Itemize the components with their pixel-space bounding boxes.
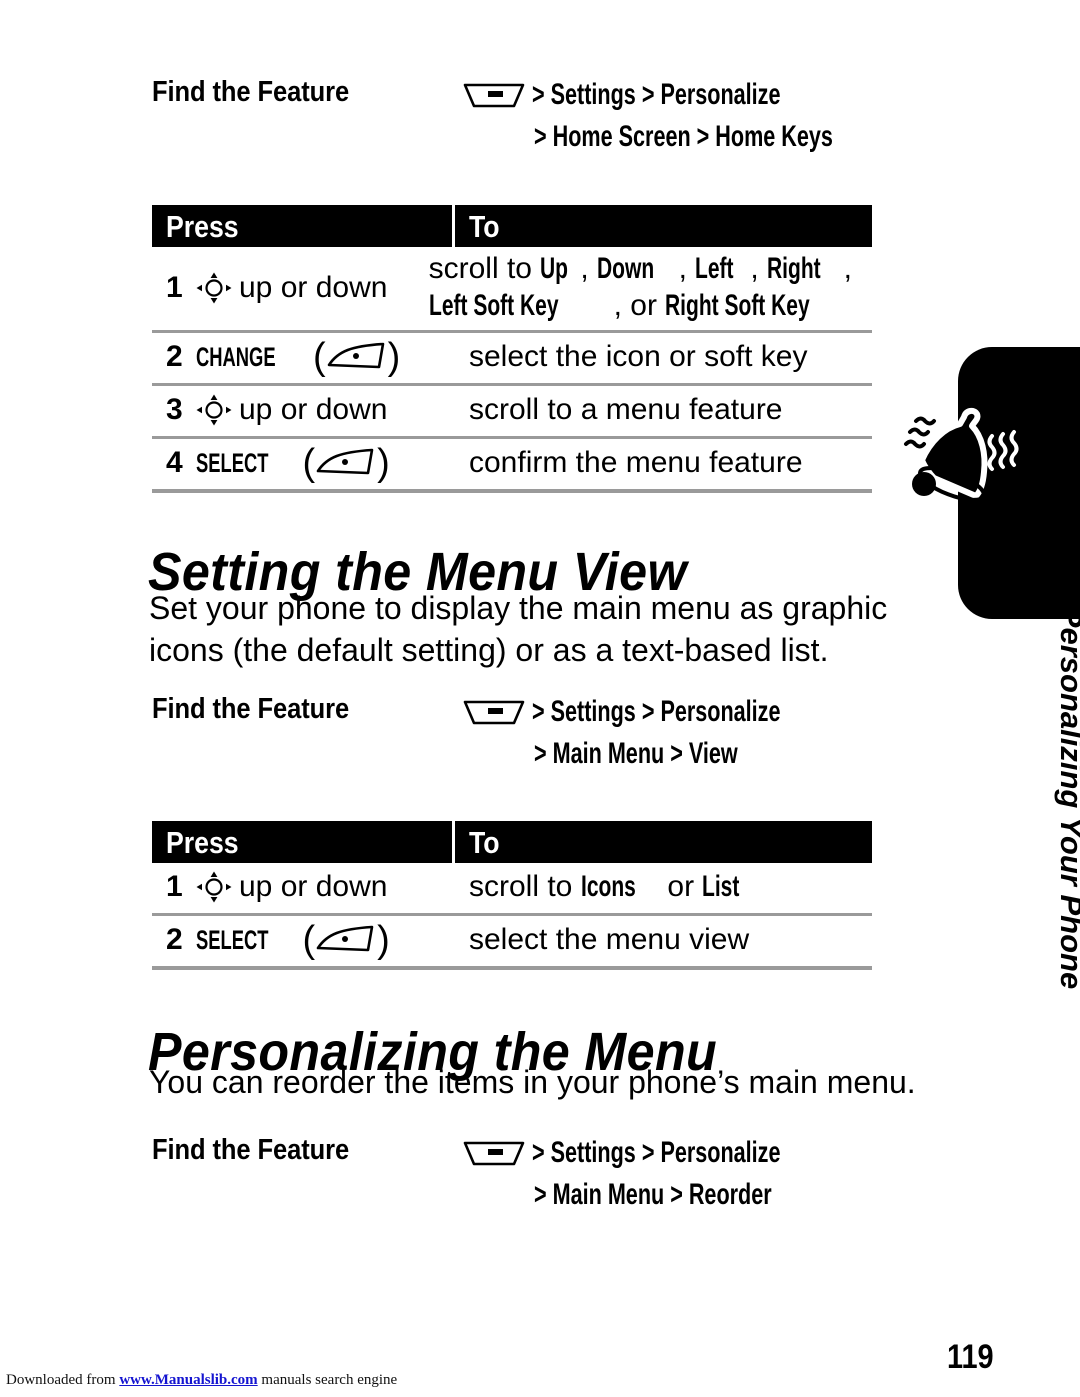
- to-line: select the icon or soft key: [469, 339, 808, 373]
- menu-path-2: > Settings > Personalize > Main Menu > V…: [462, 693, 892, 773]
- menu-key-icon: [462, 80, 526, 110]
- chapter-side-title: Personalizing Your Phone: [1054, 606, 1080, 990]
- body-text-setting-menu-view: Set your phone to display the main menu …: [149, 590, 888, 668]
- press-cell: 1 up or down: [152, 247, 415, 330]
- menu-key-icon: [462, 697, 526, 727]
- press-cell: 3 up or down: [152, 386, 455, 436]
- soft-key-icon: [315, 447, 377, 479]
- paren-close: ): [377, 442, 390, 485]
- find-the-feature-label-2: Find the Feature: [152, 693, 350, 725]
- find-the-feature-label-3: Find the Feature: [152, 1134, 350, 1166]
- to-cell: scroll to Icons or List: [455, 863, 872, 913]
- to-cell: select the icon or soft key: [455, 333, 872, 383]
- table-row: 4 SELECT ( ) confirm the menu feature: [152, 439, 872, 494]
- step-number: 2: [166, 340, 183, 374]
- paren-open: (: [302, 442, 316, 485]
- column-header-to: To: [469, 824, 500, 860]
- table-header-1: Press To: [152, 205, 872, 247]
- soft-key-label: CHANGE: [196, 341, 276, 372]
- column-header-press: Press: [166, 824, 239, 860]
- to-line: Left Soft Key, or Right Soft Key: [428, 288, 810, 322]
- to-cell: confirm the menu feature: [455, 439, 872, 489]
- to-line: scroll to Icons or List: [469, 869, 740, 903]
- menu-path-line-2: > Home Screen > Home Keys: [534, 120, 833, 153]
- press-text: up or down: [239, 393, 388, 427]
- press-text: up or down: [239, 270, 388, 304]
- paren-close: ): [377, 919, 390, 961]
- to-line: scroll to a menu feature: [469, 392, 783, 426]
- menu-path-line-1: > Settings > Personalize: [532, 1136, 781, 1169]
- press-cell: 2 CHANGE ( ): [152, 333, 455, 383]
- navigation-key-icon: [196, 871, 232, 903]
- soft-key-icon: [326, 341, 388, 373]
- press-action: CHANGE ( ): [196, 338, 400, 376]
- press-to-table-2: Press To 1 up or down scroll to Icons or…: [152, 821, 872, 970]
- press-action: up or down: [196, 870, 387, 904]
- body-text-personalizing-menu: You can reorder the items in your phone’…: [149, 1064, 916, 1100]
- press-text: up or down: [239, 870, 388, 903]
- table-row: 1 up or down scroll to Icons or List: [152, 863, 872, 916]
- download-notice: Downloaded from www.Manualslib.com manua…: [6, 1372, 397, 1389]
- find-the-feature-label-1: Find the Feature: [152, 76, 350, 108]
- table-row: 3 up or down scroll to a menu feature: [152, 386, 872, 440]
- ringing-bell-icon: [900, 400, 1020, 525]
- press-action: SELECT ( ): [196, 921, 390, 959]
- table-header-2: Press To: [152, 821, 872, 863]
- press-action: up or down: [196, 271, 387, 305]
- paren-close: ): [387, 336, 401, 379]
- step-number: 3: [166, 393, 183, 427]
- navigation-key-icon: [196, 272, 232, 304]
- paren-open: (: [313, 336, 326, 379]
- download-notice-suffix: manuals search engine: [257, 1372, 398, 1388]
- navigation-key-icon: [196, 394, 232, 426]
- soft-key-label: SELECT: [196, 924, 269, 955]
- download-notice-prefix: Downloaded from: [6, 1372, 120, 1388]
- soft-key-label: SELECT: [196, 447, 269, 478]
- menu-path-3: > Settings > Personalize > Main Menu > R…: [462, 1134, 892, 1214]
- column-header-press: Press: [166, 208, 239, 244]
- step-number: 1: [166, 870, 183, 903]
- to-cell: select the menu view: [455, 916, 872, 966]
- soft-key-icon: [315, 924, 377, 956]
- menu-path-1: > Settings > Personalize > Home Screen >…: [462, 76, 892, 156]
- table-row: 2 SELECT ( ) select the menu view: [152, 916, 872, 970]
- column-header-to: To: [469, 208, 500, 244]
- paren-open: (: [302, 919, 316, 961]
- table-row: 2 CHANGE ( ) select the icon or soft key: [152, 333, 872, 387]
- to-line: select the menu view: [469, 922, 750, 956]
- manualslib-link[interactable]: www.Manualslib.com: [119, 1372, 257, 1388]
- step-number: 2: [166, 923, 183, 956]
- page-number: 119: [947, 1338, 994, 1376]
- press-action: up or down: [196, 393, 387, 427]
- menu-path-line-1: > Settings > Personalize: [532, 695, 781, 728]
- to-cell: scroll to a menu feature: [455, 386, 872, 436]
- step-number: 4: [166, 446, 183, 480]
- menu-path-line-1: > Settings > Personalize: [532, 78, 781, 111]
- press-cell: 2 SELECT ( ): [152, 916, 455, 966]
- to-line: scroll to Up, Down, Left, Right,: [428, 252, 852, 285]
- press-cell: 1 up or down: [152, 863, 455, 913]
- table-row: 1 up or down scroll to Up, Down, Left, R…: [152, 247, 872, 334]
- menu-path-line-2: > Main Menu > View: [534, 737, 738, 770]
- press-action: SELECT ( ): [196, 444, 390, 482]
- to-cell: scroll to Up, Down, Left, Right, Left So…: [415, 247, 872, 330]
- press-to-table-1: Press To 1 up or down scroll to Up , Dow…: [152, 205, 872, 494]
- menu-path-line-2: > Main Menu > Reorder: [534, 1178, 772, 1211]
- press-cell: 4 SELECT ( ): [152, 439, 455, 489]
- step-number: 1: [166, 270, 183, 304]
- to-line: confirm the menu feature: [469, 445, 803, 479]
- menu-key-icon: [462, 1138, 526, 1168]
